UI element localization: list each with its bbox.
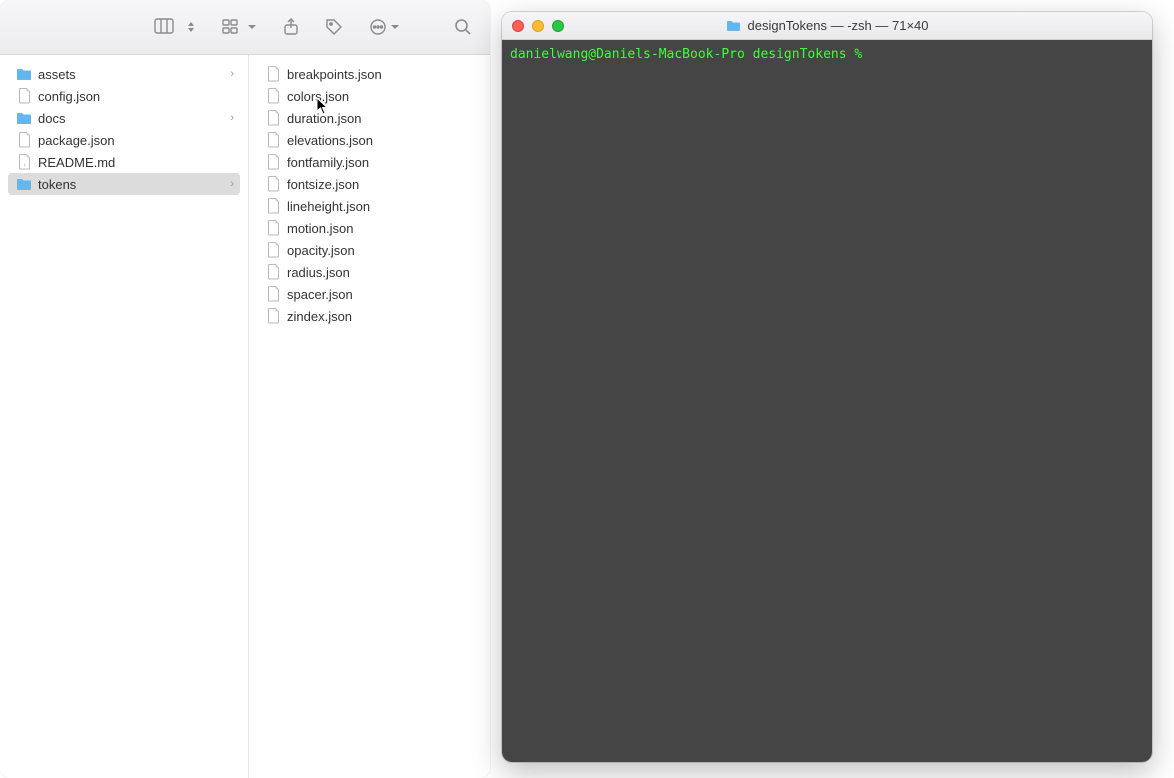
folder-icon (16, 66, 32, 82)
traffic-lights (512, 20, 564, 32)
item-label: fontsize.json (287, 177, 359, 192)
file-icon (265, 176, 281, 192)
file-item[interactable]: colors.json (257, 85, 482, 107)
item-label: spacer.json (287, 287, 353, 302)
file-icon (265, 220, 281, 236)
file-item[interactable]: fontfamily.json (257, 151, 482, 173)
item-label: config.json (38, 89, 100, 104)
folder-icon (16, 176, 32, 192)
close-button[interactable] (512, 20, 524, 32)
finder-toolbar (0, 0, 490, 55)
file-icon (265, 286, 281, 302)
file-icon (16, 132, 32, 148)
item-label: lineheight.json (287, 199, 370, 214)
terminal-window: designTokens — -zsh — 71×40 danielwang@D… (502, 12, 1152, 762)
terminal-titlebar[interactable]: designTokens — -zsh — 71×40 (502, 12, 1152, 40)
file-icon (265, 308, 281, 324)
chevron-right-icon: › (230, 178, 234, 190)
svg-text:↓: ↓ (23, 162, 26, 168)
item-label: docs (38, 111, 65, 126)
finder-window: assets › config.json docs › package.json ↓ READ… (0, 0, 490, 778)
folder-icon (725, 18, 741, 34)
file-item[interactable]: lineheight.json (257, 195, 482, 217)
chevron-right-icon: › (230, 68, 234, 80)
file-item[interactable]: duration.json (257, 107, 482, 129)
folder-item[interactable]: assets › (8, 63, 240, 85)
file-item[interactable]: spacer.json (257, 283, 482, 305)
item-label: colors.json (287, 89, 349, 104)
item-label: duration.json (287, 111, 361, 126)
file-item[interactable]: opacity.json (257, 239, 482, 261)
more-button[interactable] (369, 18, 400, 36)
file-icon (265, 88, 281, 104)
markdown-file-icon: ↓ (16, 154, 32, 170)
terminal-prompt: danielwang@Daniels-MacBook-Pro designTok… (510, 47, 870, 62)
file-icon (265, 242, 281, 258)
minimize-button[interactable] (532, 20, 544, 32)
file-icon (265, 264, 281, 280)
file-item[interactable]: fontsize.json (257, 173, 482, 195)
finder-column-1: assets › config.json docs › package.json ↓ READ… (0, 55, 249, 778)
file-icon (16, 88, 32, 104)
terminal-title: designTokens — -zsh — 71×40 (747, 18, 928, 33)
search-button[interactable] (454, 18, 472, 36)
zoom-button[interactable] (552, 20, 564, 32)
item-label: breakpoints.json (287, 67, 382, 82)
item-label: fontfamily.json (287, 155, 369, 170)
item-label: radius.json (287, 265, 350, 280)
file-item[interactable]: config.json (8, 85, 240, 107)
file-icon (265, 132, 281, 148)
file-item[interactable]: package.json (8, 129, 240, 151)
file-item[interactable]: elevations.json (257, 129, 482, 151)
item-label: motion.json (287, 221, 353, 236)
view-columns-button[interactable] (154, 18, 196, 36)
item-label: package.json (38, 133, 115, 148)
group-button[interactable] (222, 19, 257, 35)
file-icon (265, 198, 281, 214)
file-item[interactable]: zindex.json (257, 305, 482, 327)
file-item[interactable]: ↓ README.md (8, 151, 240, 173)
file-icon (265, 110, 281, 126)
item-label: opacity.json (287, 243, 355, 258)
finder-column-2: breakpoints.json colors.json duration.json… (249, 55, 490, 778)
terminal-body[interactable]: danielwang@Daniels-MacBook-Pro designTok… (502, 40, 1152, 762)
item-label: tokens (38, 177, 76, 192)
file-item[interactable]: radius.json (257, 261, 482, 283)
folder-item[interactable]: tokens › (8, 173, 240, 195)
file-item[interactable]: motion.json (257, 217, 482, 239)
item-label: elevations.json (287, 133, 373, 148)
folder-item[interactable]: docs › (8, 107, 240, 129)
share-button[interactable] (283, 18, 299, 36)
item-label: zindex.json (287, 309, 352, 324)
item-label: assets (38, 67, 76, 82)
tags-button[interactable] (325, 18, 343, 36)
file-icon (265, 66, 281, 82)
chevron-right-icon: › (230, 112, 234, 124)
folder-icon (16, 110, 32, 126)
item-label: README.md (38, 155, 115, 170)
file-icon (265, 154, 281, 170)
file-item[interactable]: breakpoints.json (257, 63, 482, 85)
